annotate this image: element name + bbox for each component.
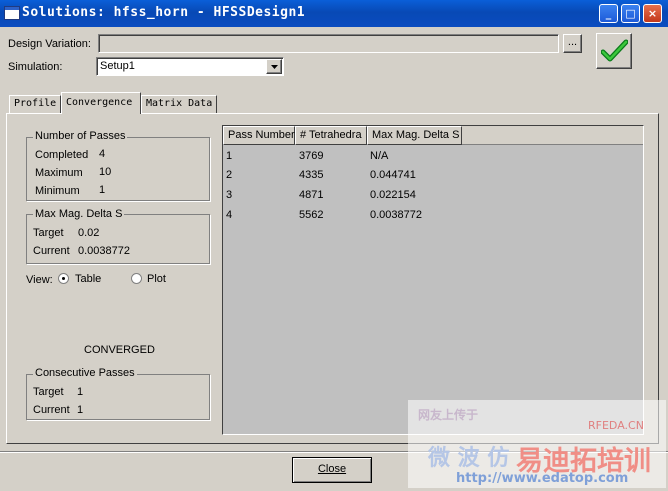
close-button-label: Close — [317, 463, 347, 475]
minimum-value: 1 — [99, 184, 106, 196]
number-of-passes-title: Number of Passes — [33, 130, 128, 142]
table-cell-pass: 3 — [226, 189, 233, 201]
table-cell-tetrahedra: 5562 — [299, 209, 324, 221]
minimum-label: Minimum — [35, 185, 80, 197]
title-bar: Solutions: hfss_horn - HFSSDesign1 _ □ × — [0, 0, 668, 27]
view-label: View: — [26, 274, 53, 286]
delta-current-label: Current — [33, 245, 70, 257]
tab-matrix-data[interactable]: Matrix Data — [141, 95, 217, 113]
simulation-value: Setup1 — [100, 60, 135, 72]
watermark-url: http://www.edatop.com — [456, 471, 629, 486]
tab-profile[interactable]: Profile — [9, 95, 61, 113]
max-mag-delta-title: Max Mag. Delta S — [33, 208, 125, 220]
maximum-value: 10 — [99, 166, 112, 178]
consecutive-target-value: 1 — [77, 386, 84, 398]
delta-target-value: 0.02 — [78, 227, 100, 239]
view-table-radio[interactable] — [58, 273, 69, 284]
column-header-tetrahedra[interactable]: # Tetrahedra — [295, 126, 367, 145]
simulation-select[interactable]: Setup1 — [96, 57, 284, 76]
completed-label: Completed — [35, 149, 89, 161]
table-cell-delta: 0.0038772 — [370, 209, 422, 221]
chevron-down-icon — [271, 65, 278, 69]
view-plot-label[interactable]: Plot — [147, 273, 166, 285]
design-variation-label: Design Variation: — [8, 38, 91, 50]
column-header-max-mag-delta[interactable]: Max Mag. Delta S — [367, 126, 462, 145]
delta-current-value: 0.0038772 — [78, 245, 130, 257]
solution-status-button[interactable] — [596, 33, 632, 69]
convergence-table[interactable]: Pass Number # Tetrahedra Max Mag. Delta … — [222, 125, 644, 435]
window-title: Solutions: hfss_horn - HFSSDesign1 — [22, 5, 306, 20]
window-icon — [4, 6, 20, 20]
table-cell-pass: 2 — [226, 169, 233, 181]
table-cell-tetrahedra: 4871 — [299, 189, 324, 201]
maximize-button[interactable]: □ — [621, 4, 640, 23]
consecutive-current-label: Current — [33, 404, 70, 416]
watermark-wei: 微 波 仿 — [428, 446, 510, 471]
view-table-label[interactable]: Table — [75, 273, 101, 285]
close-window-button[interactable]: × — [643, 4, 662, 23]
table-cell-pass: 4 — [226, 209, 233, 221]
watermark-overlay: 网友上传于 RFEDA.CN 微 波 仿 易迪拓培训 http://www.ed… — [408, 400, 666, 488]
delta-target-label: Target — [33, 227, 64, 239]
table-cell-tetrahedra: 4335 — [299, 169, 324, 181]
simulation-dropdown-button[interactable] — [266, 59, 282, 74]
column-header-filler — [462, 126, 643, 145]
completed-value: 4 — [99, 148, 106, 160]
consecutive-target-label: Target — [33, 386, 64, 398]
tab-convergence[interactable]: Convergence — [61, 92, 141, 114]
view-plot-radio[interactable] — [131, 273, 142, 284]
maximum-label: Maximum — [35, 167, 83, 179]
convergence-status: CONVERGED — [84, 344, 155, 356]
check-icon — [601, 39, 628, 62]
table-cell-delta: N/A — [370, 150, 389, 162]
consecutive-current-value: 1 — [77, 404, 84, 416]
column-header-pass-number[interactable]: Pass Number — [223, 126, 295, 145]
consecutive-passes-title: Consecutive Passes — [33, 367, 137, 379]
design-variation-field[interactable] — [98, 34, 559, 53]
design-variation-browse-button[interactable]: ... — [563, 34, 582, 53]
table-cell-delta: 0.022154 — [370, 189, 416, 201]
minimize-button[interactable]: _ — [599, 4, 618, 23]
watermark-line1: 网友上传于 — [418, 408, 479, 422]
table-cell-delta: 0.044741 — [370, 169, 416, 181]
close-button[interactable]: Close — [292, 457, 372, 483]
table-cell-pass: 1 — [226, 150, 233, 162]
watermark-rfeda: RFEDA.CN — [588, 419, 644, 432]
simulation-label: Simulation: — [8, 61, 63, 73]
table-cell-tetrahedra: 3769 — [299, 150, 324, 162]
